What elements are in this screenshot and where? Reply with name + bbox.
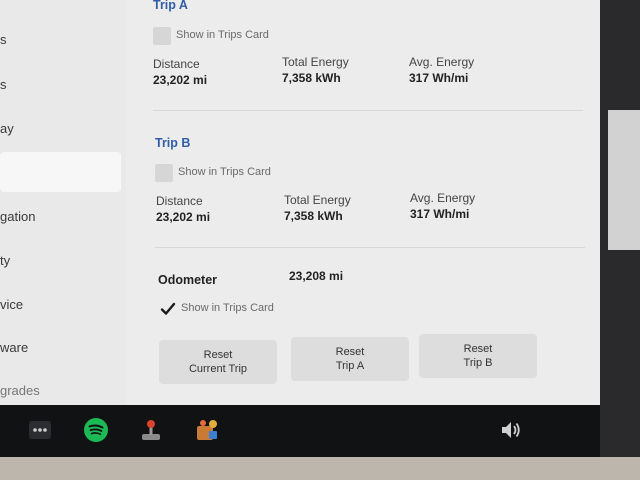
trip-b-avg-label: Avg. Energy <box>410 191 476 205</box>
reset-trip-b-button[interactable]: Reset Trip B <box>419 334 537 378</box>
spotify-icon[interactable] <box>83 417 109 443</box>
settings-sidebar: s s ay gation ty vice ware grades <box>0 0 126 405</box>
trip-b-distance-label: Distance <box>156 194 203 208</box>
trip-b-distance-value: 23,202 mi <box>156 210 211 224</box>
trip-a-distance-value: 23,202 mi <box>153 73 208 87</box>
sidebar-item-upgrades[interactable]: grades <box>0 381 122 401</box>
sidebar-item-3[interactable]: ay <box>0 119 122 139</box>
odometer-show-checkbox[interactable] <box>159 300 177 318</box>
more-icon[interactable] <box>27 417 53 443</box>
trip-b-energy-value: 7,358 kWh <box>284 209 343 223</box>
odometer-show-label: Show in Trips Card <box>181 302 274 314</box>
reset-current-line2: Current Trip <box>188 363 248 375</box>
trip-b-show-label: Show in Trips Card <box>178 166 271 178</box>
checkmark-icon <box>160 302 176 315</box>
trip-a-distance-label: Distance <box>153 57 200 71</box>
reset-a-line1: Reset <box>335 346 365 358</box>
trip-a-energy-label: Total Energy <box>282 55 349 69</box>
trip-a-title: Trip A <box>153 0 188 12</box>
reset-current-trip-button[interactable]: Reset Current Trip <box>159 340 277 384</box>
trip-b-energy-label: Total Energy <box>284 193 351 207</box>
odometer-label: Odometer <box>158 273 218 287</box>
toybox-icon[interactable] <box>194 417 220 443</box>
trip-a-avg-label: Avg. Energy <box>409 55 475 69</box>
trip-a-energy-value: 7,358 kWh <box>282 71 341 85</box>
trip-a-show-checkbox[interactable] <box>153 27 171 45</box>
trip-b-show-checkbox[interactable] <box>155 164 173 182</box>
reset-b-line1: Reset <box>463 343 493 355</box>
reset-current-line1: Reset <box>203 349 233 361</box>
sidebar-item-service[interactable]: vice <box>0 295 122 315</box>
sidebar-item-2[interactable]: s <box>0 75 122 95</box>
divider <box>155 247 585 248</box>
sidebar-item-selected[interactable] <box>0 152 121 192</box>
trips-panel: Trip A Show in Trips Card Distance 23,20… <box>126 0 600 405</box>
sidebar-item-navigation[interactable]: gation <box>0 207 122 227</box>
reset-a-line2: Trip A <box>335 360 365 372</box>
divider <box>153 110 583 111</box>
trip-a-show-label: Show in Trips Card <box>176 29 269 41</box>
trip-b-avg-value: 317 Wh/mi <box>410 207 470 221</box>
trip-a-avg-value: 317 Wh/mi <box>409 71 469 85</box>
taskbar <box>0 405 600 457</box>
reset-b-line2: Trip B <box>463 357 493 369</box>
volume-icon[interactable] <box>498 417 524 443</box>
sidebar-item-1[interactable]: s <box>0 30 122 50</box>
sidebar-item-safety[interactable]: ty <box>0 251 122 271</box>
dashboard-surface <box>0 457 640 480</box>
odometer-value: 23,208 mi <box>289 269 344 283</box>
sidebar-item-software[interactable]: ware <box>0 338 122 358</box>
trip-b-title: Trip B <box>155 136 191 150</box>
background-object <box>608 110 640 250</box>
joystick-icon[interactable] <box>138 417 164 443</box>
touchscreen: s s ay gation ty vice ware grades Trip A… <box>0 0 600 405</box>
reset-trip-a-button[interactable]: Reset Trip A <box>291 337 409 381</box>
